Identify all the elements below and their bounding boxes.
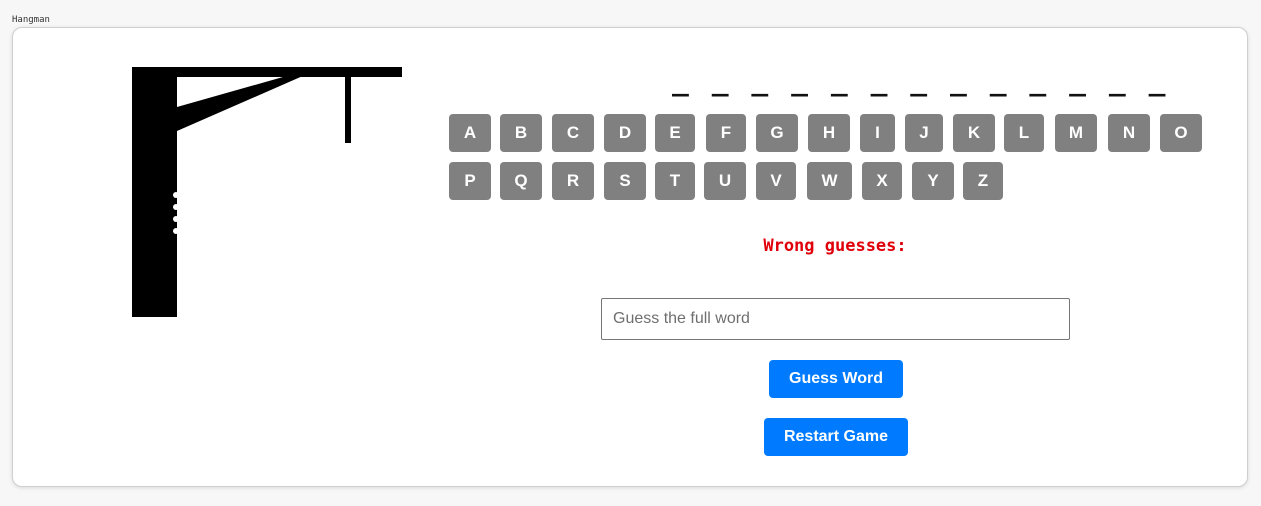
post-notch — [173, 228, 179, 234]
letter-button-w[interactable]: W — [807, 162, 852, 200]
letter-button-j[interactable]: J — [905, 114, 943, 152]
letter-button-f[interactable]: F — [706, 114, 746, 152]
letter-button-t[interactable]: T — [655, 162, 695, 200]
letter-button-h[interactable]: H — [808, 114, 850, 152]
letter-button-r[interactable]: R — [552, 162, 594, 200]
letter-button-g[interactable]: G — [756, 114, 798, 152]
gallows-beam — [132, 67, 402, 77]
word-display: _ _ _ _ _ _ _ _ _ _ _ _ _ — [672, 64, 1169, 97]
letter-button-m[interactable]: M — [1055, 114, 1097, 152]
app-title: Hangman — [12, 15, 50, 25]
gallows-post — [132, 67, 177, 317]
letter-button-i[interactable]: I — [860, 114, 895, 152]
letter-button-n[interactable]: N — [1108, 114, 1150, 152]
wrong-guesses-label: Wrong guesses: — [763, 236, 907, 256]
letter-button-a[interactable]: A — [449, 114, 491, 152]
letter-button-b[interactable]: B — [500, 114, 542, 152]
letter-button-z[interactable]: Z — [963, 162, 1003, 200]
guess-word-input[interactable] — [601, 298, 1070, 340]
post-notch — [173, 216, 179, 222]
post-notch — [173, 204, 179, 210]
post-notch — [173, 192, 179, 198]
gallows-brace — [177, 75, 305, 131]
letter-button-k[interactable]: K — [953, 114, 995, 152]
letter-button-v[interactable]: V — [756, 162, 796, 200]
letter-button-p[interactable]: P — [449, 162, 491, 200]
letter-button-s[interactable]: S — [604, 162, 646, 200]
letter-button-q[interactable]: Q — [500, 162, 542, 200]
letter-button-o[interactable]: O — [1160, 114, 1202, 152]
letter-button-y[interactable]: Y — [912, 162, 954, 200]
letter-button-e[interactable]: E — [655, 114, 695, 152]
restart-game-button[interactable]: Restart Game — [764, 418, 908, 456]
gallows-drawing — [132, 67, 402, 317]
letter-button-d[interactable]: D — [604, 114, 646, 152]
letter-button-c[interactable]: C — [552, 114, 594, 152]
letter-button-l[interactable]: L — [1004, 114, 1044, 152]
gallows-rope — [345, 75, 351, 143]
letter-button-x[interactable]: X — [862, 162, 902, 200]
guess-word-button[interactable]: Guess Word — [769, 360, 903, 398]
letter-button-u[interactable]: U — [704, 162, 746, 200]
